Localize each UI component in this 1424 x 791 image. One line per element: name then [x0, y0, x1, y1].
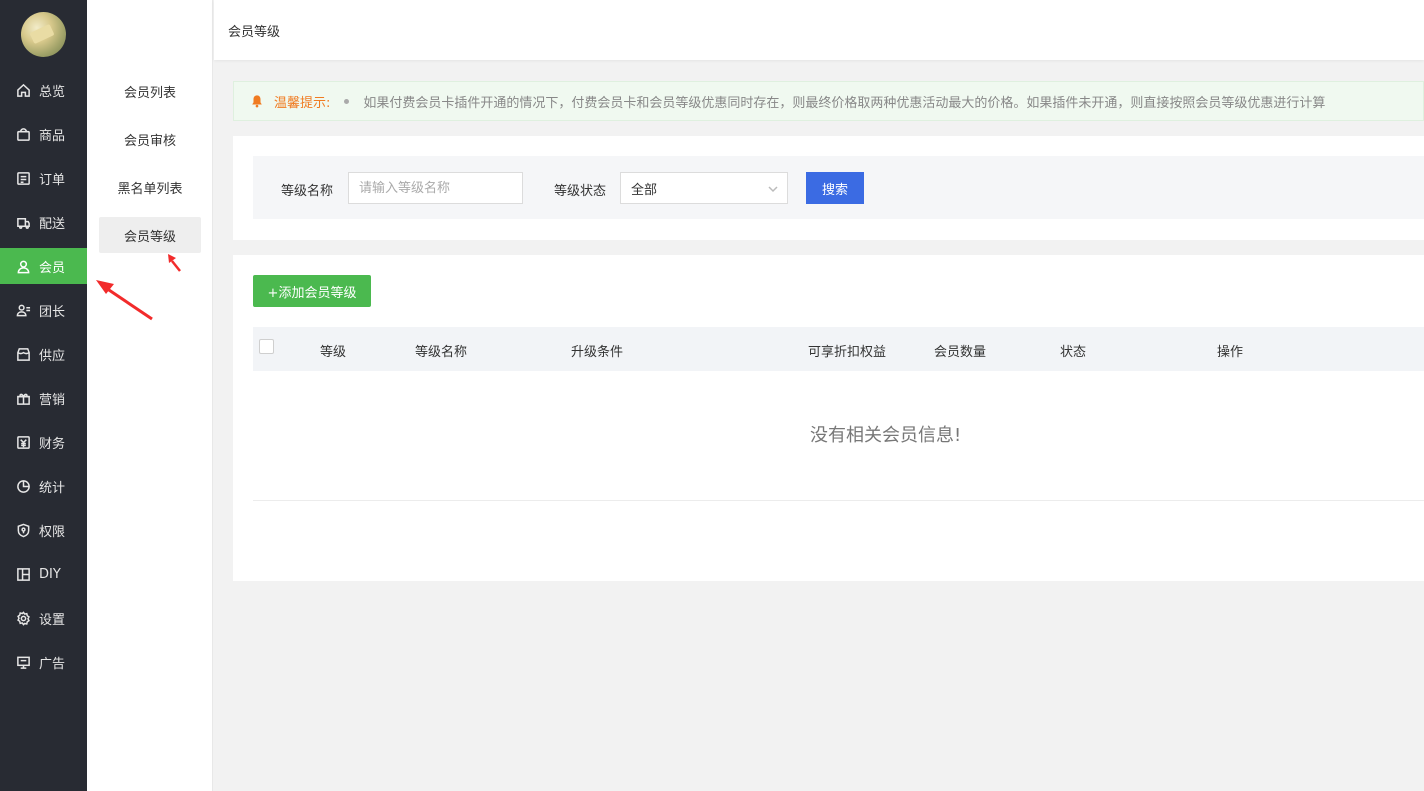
column-header-level: 等级 — [320, 345, 347, 360]
table-header: 等级 等级名称 升级条件 可享折扣权益 会员数量 状态 操作 — [253, 327, 1424, 371]
bell-icon — [250, 94, 264, 108]
nav-item-leader[interactable]: 团长 — [0, 292, 87, 328]
filter-form: 等级名称 等级状态 全部 搜索 — [253, 156, 1424, 219]
bullet-dot — [344, 98, 350, 104]
leader-icon — [16, 303, 31, 318]
nav-item-finance[interactable]: 财务 — [0, 424, 87, 460]
home-icon — [16, 83, 31, 98]
nav-item-stats[interactable]: 统计 — [0, 468, 87, 504]
pie-icon — [16, 479, 31, 494]
nav-item-marketing[interactable]: 营销 — [0, 380, 87, 416]
shield-icon — [16, 523, 31, 538]
gift-icon — [16, 391, 31, 406]
level-status-label: 等级状态 — [554, 184, 607, 199]
tip-banner: 温馨提示: 如果付费会员卡插件开通的情况下，付费会员卡和会员等级优惠同时存在，则… — [233, 81, 1424, 121]
add-member-level-button[interactable]: +添加会员等级 — [253, 275, 371, 307]
column-header-member-count: 会员数量 — [934, 345, 987, 360]
select-all-checkbox[interactable] — [259, 339, 274, 354]
search-button[interactable]: 搜索 — [806, 172, 864, 204]
tip-text: 如果付费会员卡插件开通的情况下，付费会员卡和会员等级优惠同时存在，则最终价格取两… — [363, 95, 1326, 111]
nav-item-label: 配送 — [39, 216, 66, 232]
order-icon — [16, 171, 31, 186]
main-nav: 总览 商品 订单 配送 会员 团长 供应 营销 财务 统计 权限 DIY 设置 … — [0, 0, 87, 791]
nav-item-label: 统计 — [39, 480, 66, 496]
nav-item-goods[interactable]: 商品 — [0, 116, 87, 152]
submenu-item-member-list[interactable]: 会员列表 — [99, 73, 201, 109]
nav-item-diy[interactable]: DIY — [0, 556, 87, 592]
monitor-icon — [16, 655, 31, 670]
nav-item-label: 团长 — [39, 304, 66, 320]
nav-item-overview[interactable]: 总览 — [0, 72, 87, 108]
level-list-card: +添加会员等级 等级 等级名称 升级条件 可享折扣权益 会员数量 状态 操作 没… — [233, 255, 1424, 581]
column-header-upgrade-condition: 升级条件 — [571, 345, 624, 360]
column-header-actions: 操作 — [1217, 345, 1244, 360]
nav-item-label: 权限 — [39, 524, 66, 540]
level-status-value: 全部 — [631, 182, 658, 198]
top-bar: 会员等级 — [214, 0, 1424, 60]
nav-item-label: DIY — [39, 566, 61, 582]
member-submenu: 会员列表 会员审核 黑名单列表 会员等级 — [87, 0, 213, 791]
nav-item-label: 商品 — [39, 128, 66, 144]
nav-item-label: 总览 — [39, 84, 66, 100]
avatar[interactable] — [21, 12, 66, 57]
nav-item-label: 会员 — [39, 260, 66, 276]
nav-item-label: 供应 — [39, 348, 66, 364]
column-header-level-name: 等级名称 — [415, 345, 468, 360]
breadcrumb: 会员等级 — [228, 25, 281, 40]
nav-item-label: 设置 — [39, 612, 66, 628]
nav-item-supply[interactable]: 供应 — [0, 336, 87, 372]
store-icon — [16, 347, 31, 362]
yen-icon — [16, 435, 31, 450]
column-header-discount: 可享折扣权益 — [808, 345, 887, 360]
nav-item-label: 广告 — [39, 656, 66, 672]
filter-card: 等级名称 等级状态 全部 搜索 — [233, 136, 1424, 240]
chevron-down-icon — [767, 183, 779, 195]
nav-item-member[interactable]: 会员 — [0, 248, 87, 284]
level-status-select[interactable]: 全部 — [620, 172, 788, 204]
divider — [253, 500, 1424, 501]
layout-icon — [16, 567, 31, 582]
nav-item-delivery[interactable]: 配送 — [0, 204, 87, 240]
nav-item-label: 订单 — [39, 172, 66, 188]
tip-label: 温馨提示: — [274, 95, 331, 111]
submenu-item-member-level[interactable]: 会员等级 — [99, 217, 201, 253]
submenu-item-member-review[interactable]: 会员审核 — [99, 121, 201, 157]
column-header-status: 状态 — [1060, 345, 1087, 360]
gear-icon — [16, 610, 31, 626]
delivery-icon — [16, 215, 31, 230]
nav-item-settings[interactable]: 设置 — [0, 600, 87, 636]
level-name-label: 等级名称 — [281, 184, 334, 199]
nav-item-label: 营销 — [39, 392, 66, 408]
user-icon — [16, 259, 31, 274]
bag-icon — [16, 127, 31, 142]
nav-item-permission[interactable]: 权限 — [0, 512, 87, 548]
empty-state-text: 没有相关会员信息! — [810, 425, 962, 446]
nav-item-ads[interactable]: 广告 — [0, 644, 87, 680]
submenu-item-blacklist[interactable]: 黑名单列表 — [99, 169, 201, 205]
nav-item-order[interactable]: 订单 — [0, 160, 87, 196]
level-name-input[interactable] — [348, 172, 523, 204]
nav-item-label: 财务 — [39, 436, 66, 452]
